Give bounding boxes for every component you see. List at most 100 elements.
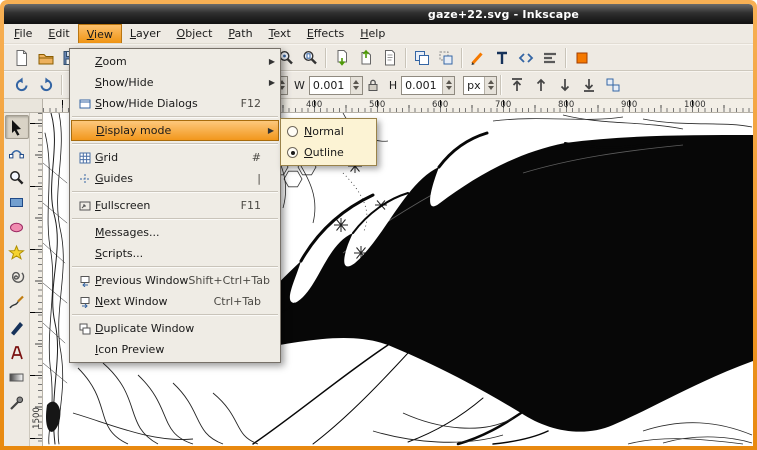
menu-separator <box>72 143 278 145</box>
ellipse-tool[interactable] <box>5 215 29 239</box>
hruler-number: 900 <box>621 100 637 110</box>
menu-help[interactable]: Help <box>352 24 393 43</box>
duplicate-icon[interactable] <box>410 46 434 70</box>
window-inner: gaze+22.svg - Inkscape File Edit View La… <box>4 4 753 446</box>
menu-item-zoom[interactable]: Zoom ▶ <box>71 51 279 72</box>
submenu-arrow-icon: ▶ <box>264 126 274 135</box>
menu-item-duplicate-window[interactable]: Duplicate Window <box>71 318 279 339</box>
spinner-icon[interactable] <box>350 77 362 94</box>
menu-item-previous-window[interactable]: Previous Window Shift+Ctrl+Tab <box>71 270 279 291</box>
dialogs-icon <box>75 98 95 110</box>
hruler-number: 500 <box>369 100 385 110</box>
menu-item-show-hide[interactable]: Show/Hide ▶ <box>71 72 279 93</box>
titlebar[interactable]: gaze+22.svg - Inkscape <box>4 4 753 24</box>
width-label: W <box>294 79 305 92</box>
menu-item-next-window[interactable]: Next Window Ctrl+Tab <box>71 291 279 312</box>
toolbar-separator <box>565 48 567 68</box>
submenu-arrow-icon: ▶ <box>265 57 275 66</box>
menu-item-grid[interactable]: Grid # <box>71 147 279 168</box>
node-tool[interactable] <box>5 140 29 164</box>
rotate-ccw-icon[interactable] <box>10 73 34 97</box>
dropper-tool[interactable] <box>5 390 29 414</box>
units-value[interactable]: px <box>464 79 484 92</box>
lower-icon[interactable] <box>553 73 577 97</box>
menu-effects[interactable]: Effects <box>299 24 352 43</box>
submenu-item-outline[interactable]: Outline <box>283 142 374 163</box>
hruler-number: 1000 <box>684 100 706 110</box>
menu-item-fullscreen[interactable]: Fullscreen F11 <box>71 195 279 216</box>
spiral-tool[interactable] <box>5 265 29 289</box>
text-tool[interactable] <box>5 340 29 364</box>
menu-item-guides[interactable]: Guides | <box>71 168 279 189</box>
star-tool[interactable] <box>5 240 29 264</box>
raise-icon[interactable] <box>529 73 553 97</box>
zoom-tool[interactable] <box>5 165 29 189</box>
calligraphy-tool[interactable] <box>5 315 29 339</box>
spinner-icon[interactable] <box>442 77 454 94</box>
menu-separator <box>72 191 278 193</box>
previous-window-icon <box>75 275 95 287</box>
lock-ratio-icon[interactable] <box>363 73 383 97</box>
next-window-icon <box>75 296 95 308</box>
fill-stroke-icon[interactable] <box>570 46 594 70</box>
height-label: H <box>389 79 397 92</box>
menu-text[interactable]: Text <box>261 24 299 43</box>
pencil-tool[interactable] <box>5 290 29 314</box>
submenu-item-normal[interactable]: Normal <box>283 121 374 142</box>
menu-item-messages[interactable]: Messages... <box>71 222 279 243</box>
export-document-icon[interactable] <box>354 46 378 70</box>
menu-file[interactable]: File <box>6 24 40 43</box>
spinner-icon[interactable] <box>484 77 496 94</box>
menu-path[interactable]: Path <box>220 24 260 43</box>
width-field[interactable]: 0.001 <box>309 76 363 95</box>
units-select[interactable]: px <box>463 76 497 95</box>
view-menu-popup: Zoom ▶ Show/Hide ▶ Show/Hide Dialogs F12… <box>69 48 281 363</box>
menu-edit[interactable]: Edit <box>40 24 77 43</box>
width-value[interactable]: 0.001 <box>310 79 350 92</box>
duplicate-window-icon <box>75 323 95 335</box>
document-properties-icon[interactable] <box>378 46 402 70</box>
menu-item-icon-preview[interactable]: Icon Preview <box>71 339 279 360</box>
toolbox <box>4 113 30 446</box>
xml-editor-icon[interactable] <box>514 46 538 70</box>
rotate-cw-icon[interactable] <box>34 73 58 97</box>
radio-unselected-icon[interactable] <box>287 126 298 137</box>
height-value[interactable]: 0.001 <box>402 79 442 92</box>
text-icon[interactable] <box>490 46 514 70</box>
radio-selected-icon[interactable] <box>287 147 298 158</box>
menu-object[interactable]: Object <box>169 24 221 43</box>
menu-separator <box>72 266 278 268</box>
menu-separator <box>72 116 278 118</box>
select-tool[interactable] <box>5 115 29 139</box>
menu-item-show-hide-dialogs[interactable]: Show/Hide Dialogs F12 <box>71 93 279 114</box>
clone-icon[interactable] <box>434 46 458 70</box>
toolbar-separator <box>500 75 502 95</box>
hruler-number: 600 <box>432 100 448 110</box>
open-folder-icon[interactable] <box>34 46 58 70</box>
hruler-number: 800 <box>558 100 574 110</box>
import-document-icon[interactable] <box>330 46 354 70</box>
vertical-ruler[interactable]: 1500 <box>30 113 43 446</box>
new-document-icon[interactable] <box>10 46 34 70</box>
grid-icon <box>75 152 95 164</box>
hruler-number: 700 <box>495 100 511 110</box>
menu-item-scripts[interactable]: Scripts... <box>71 243 279 264</box>
edit-pencil-icon[interactable] <box>466 46 490 70</box>
submenu-arrow-icon: ▶ <box>265 78 275 87</box>
group-icon[interactable] <box>601 73 625 97</box>
height-field[interactable]: 0.001 <box>401 76 455 95</box>
rectangle-tool[interactable] <box>5 190 29 214</box>
menu-item-display-mode[interactable]: Display mode ▶ <box>71 120 279 141</box>
gradient-tool[interactable] <box>5 365 29 389</box>
menu-view[interactable]: View <box>78 24 122 43</box>
lower-to-bottom-icon[interactable] <box>577 73 601 97</box>
menubar: File Edit View Layer Object Path Text Ef… <box>4 24 753 44</box>
raise-to-top-icon[interactable] <box>505 73 529 97</box>
zoom-page-icon[interactable] <box>298 46 322 70</box>
guides-icon <box>75 173 95 185</box>
menu-layer[interactable]: Layer <box>122 24 169 43</box>
toolbar-separator <box>61 75 63 95</box>
align-icon[interactable] <box>538 46 562 70</box>
hruler-number: 400 <box>306 100 322 110</box>
display-mode-submenu: Normal Outline <box>280 118 377 166</box>
